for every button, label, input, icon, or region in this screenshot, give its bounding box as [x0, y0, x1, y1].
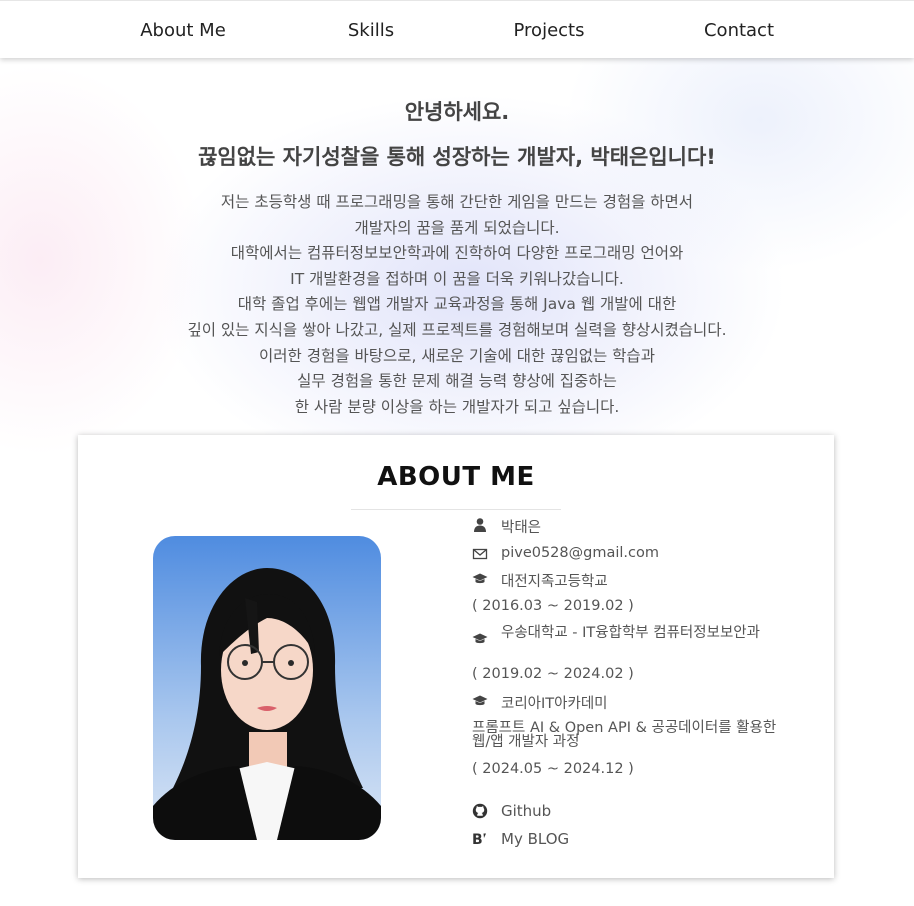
intro-line: 깊이 있는 지식을 쌓아 나갔고, 실제 프로젝트를 경험해보며 실력을 향상시… [187, 320, 727, 339]
envelope-icon [472, 548, 488, 560]
title-divider [351, 509, 561, 510]
intro-line: 한 사람 분량 이상을 하는 개발자가 되고 싶습니다. [294, 397, 620, 416]
about-title: ABOUT ME [377, 462, 535, 492]
intro-line: 이러한 경험을 바탕으로, 새로운 기술에 대한 끊임없는 학습과 [259, 346, 655, 365]
intro-line: 대학에서는 컴퓨터정보보안학과에 진학하여 다양한 프로그래밍 언어와 [230, 244, 684, 263]
intro-line: 대학 졸업 후에는 웹앱 개발자 교육과정을 통해 Java 웹 개발에 대한 [237, 295, 677, 314]
nav-contact[interactable]: Contact [704, 20, 774, 41]
intro-body: 저는 초등학생 때 프로그래밍을 통해 간단한 게임을 만드는 경험을 하면서 … [0, 190, 914, 420]
intro-line: IT 개발환경을 접하며 이 꿈을 더욱 키워나갔습니다. [290, 269, 624, 288]
intro-line: 개발자의 꿈을 품게 되었습니다. [354, 218, 560, 237]
name-text: 박태은 [501, 520, 542, 536]
graduation-cap-icon [472, 573, 488, 584]
svg-text:B: B [472, 832, 483, 847]
about-me-card: ABOUT ME 박태은 pive0528@gmail.com 대전지족고등학교… [78, 435, 834, 878]
intro-headline: 끊임없는 자기성찰을 통해 성장하는 개발자, 박태은입니다! [198, 145, 716, 169]
high-school-text: 대전지족고등학교 [501, 574, 608, 590]
academy-period: ( 2024.05 ~ 2024.12 ) [472, 761, 634, 777]
nav-about-me[interactable]: About Me [140, 20, 226, 41]
top-navbar: About Me Skills Projects Contact [0, 0, 914, 58]
graduation-cap-icon [472, 695, 488, 706]
user-icon [474, 518, 486, 532]
nav-projects[interactable]: Projects [514, 20, 585, 41]
graduation-cap-icon [472, 633, 488, 644]
university-period: ( 2019.02 ~ 2024.02 ) [472, 666, 634, 682]
intro-line: 실무 경험을 통한 문제 해결 능력 향상에 집중하는 [297, 372, 617, 391]
university-text: 우송대학교 - IT융합학부 컴퓨터정보보안과 [501, 625, 760, 641]
github-label[interactable]: Github [501, 802, 551, 820]
profile-photo [153, 536, 381, 840]
blog-label[interactable]: My BLOG [501, 830, 569, 848]
intro-greeting: 안녕하세요. [404, 100, 510, 124]
profile-photo-illustration [153, 536, 381, 840]
nav-skills[interactable]: Skills [348, 20, 394, 41]
github-icon [472, 803, 488, 819]
intro-line: 저는 초등학생 때 프로그래밍을 통해 간단한 게임을 만드는 경험을 하면서 [220, 193, 694, 211]
high-school-period: ( 2016.03 ~ 2019.02 ) [472, 598, 634, 614]
blog-icon: B [472, 832, 486, 847]
academy-text: 코리아IT아카데미 [501, 696, 608, 712]
email-text: pive0528@gmail.com [501, 545, 659, 561]
academy-course: 프롬프트 AI & Open API & 공공데이터를 활용한 웹/앱 개발자 … [472, 720, 777, 750]
